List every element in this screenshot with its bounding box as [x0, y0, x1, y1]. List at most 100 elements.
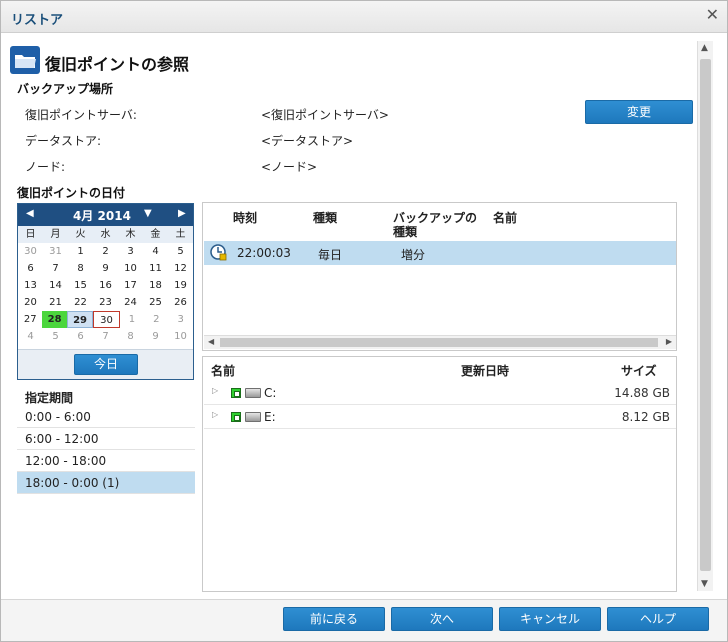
- calendar-header: ◀ 4月 2014 ▼ ▶: [18, 204, 193, 226]
- weekday-row: 日 月 火 水 木 金 土: [18, 226, 193, 243]
- week-row: 27 28 29 30 1 2 3: [18, 311, 193, 328]
- period-list: 0:00 - 6:00 6:00 - 12:00 12:00 - 18:00 1…: [17, 406, 195, 494]
- folder-icon: [10, 46, 40, 74]
- col-modified: 更新日時: [461, 364, 510, 378]
- weekday-tue: 火: [68, 226, 93, 243]
- calendar-day[interactable]: 2: [93, 243, 118, 260]
- week-row: 13 14 15 16 17 18 19: [18, 277, 193, 294]
- scroll-down-icon[interactable]: ▼: [701, 579, 708, 589]
- calendar-day[interactable]: 10: [118, 260, 143, 277]
- period-item-selected[interactable]: 18:00 - 0:00 (1): [17, 472, 195, 494]
- backup-location-title: バックアップ場所: [17, 82, 114, 96]
- calendar-day[interactable]: 6: [18, 260, 43, 277]
- calendar-day[interactable]: 19: [168, 277, 193, 294]
- vertical-scroll-thumb[interactable]: [700, 59, 711, 571]
- weekday-mon: 月: [43, 226, 68, 243]
- calendar-day[interactable]: 4: [18, 328, 43, 345]
- prev-month-icon[interactable]: ◀: [26, 208, 34, 219]
- weekday-thu: 木: [118, 226, 143, 243]
- drive-icon: [245, 388, 261, 398]
- drive-icon: [245, 412, 261, 422]
- calendar-day-selected[interactable]: 29: [66, 311, 94, 328]
- calendar-day[interactable]: 30: [18, 243, 43, 260]
- page-title: 復旧ポイントの参照: [45, 55, 190, 74]
- scroll-left-icon[interactable]: ◀: [208, 337, 214, 346]
- calendar-day[interactable]: 23: [93, 294, 118, 311]
- checkbox[interactable]: [231, 412, 241, 422]
- calendar-day[interactable]: 5: [168, 243, 193, 260]
- weekday-wed: 水: [93, 226, 118, 243]
- expand-icon[interactable]: ▷: [212, 410, 218, 419]
- horizontal-scrollbar[interactable]: ◀ ▶: [204, 335, 676, 349]
- calendar-day[interactable]: 1: [68, 243, 93, 260]
- calendar-day[interactable]: 17: [118, 277, 143, 294]
- calendar-day[interactable]: 1: [120, 311, 144, 328]
- calendar-day[interactable]: 9: [93, 260, 118, 277]
- scroll-right-icon[interactable]: ▶: [666, 337, 672, 346]
- file-size: 14.88 GB: [614, 386, 670, 400]
- col-time: 時刻: [233, 211, 258, 225]
- calendar-day[interactable]: 27: [18, 311, 42, 328]
- recovery-point-row[interactable]: 22:00:03 毎日 増分: [204, 241, 676, 265]
- calendar-day[interactable]: 13: [18, 277, 43, 294]
- period-item[interactable]: 0:00 - 6:00: [17, 406, 195, 428]
- calendar-day[interactable]: 4: [143, 243, 168, 260]
- file-row[interactable]: ▷ E: 8.12 GB: [204, 405, 676, 429]
- next-button[interactable]: 次へ: [391, 607, 493, 631]
- cancel-button[interactable]: キャンセル: [499, 607, 601, 631]
- server-label: 復旧ポイントサーバ:: [25, 108, 137, 122]
- calendar-day-recovery[interactable]: 28: [42, 311, 67, 328]
- week-row: 30 31 1 2 3 4 5: [18, 243, 193, 260]
- calendar-day[interactable]: 12: [168, 260, 193, 277]
- calendar-day[interactable]: 7: [43, 260, 68, 277]
- period-item[interactable]: 6:00 - 12:00: [17, 428, 195, 450]
- calendar-day-today[interactable]: 30: [93, 311, 120, 328]
- calendar-day[interactable]: 7: [93, 328, 118, 345]
- calendar-day[interactable]: 22: [68, 294, 93, 311]
- calendar-day[interactable]: 15: [68, 277, 93, 294]
- week-row: 6 7 8 9 10 11 12: [18, 260, 193, 277]
- calendar-day[interactable]: 2: [144, 311, 168, 328]
- next-month-icon[interactable]: ▶: [178, 208, 186, 219]
- calendar-day[interactable]: 31: [43, 243, 68, 260]
- period-title: 指定期間: [25, 391, 74, 405]
- calendar-day[interactable]: 26: [168, 294, 193, 311]
- calendar-day[interactable]: 16: [93, 277, 118, 294]
- file-size: 8.12 GB: [621, 410, 670, 424]
- calendar-day[interactable]: 8: [118, 328, 143, 345]
- recovery-point-icon: [210, 244, 227, 261]
- calendar-day[interactable]: 18: [143, 277, 168, 294]
- help-button[interactable]: ヘルプ: [607, 607, 709, 631]
- calendar-day[interactable]: 10: [168, 328, 193, 345]
- scroll-up-icon[interactable]: ▲: [701, 43, 708, 53]
- calendar-day[interactable]: 24: [118, 294, 143, 311]
- calendar-day[interactable]: 6: [68, 328, 93, 345]
- title-bar: リストア ✕: [1, 1, 727, 33]
- vertical-scrollbar[interactable]: ▲ ▼: [697, 41, 713, 591]
- recovery-backup-type: 増分: [401, 248, 426, 262]
- calendar-day[interactable]: 3: [169, 311, 193, 328]
- period-item[interactable]: 12:00 - 18:00: [17, 450, 195, 472]
- today-button[interactable]: 今日: [74, 354, 138, 375]
- calendar-day[interactable]: 3: [118, 243, 143, 260]
- change-button[interactable]: 変更: [585, 100, 693, 124]
- calendar-day[interactable]: 21: [43, 294, 68, 311]
- back-button[interactable]: 前に戻る: [283, 607, 385, 631]
- calendar-day[interactable]: 11: [143, 260, 168, 277]
- calendar-month: 4月 2014: [73, 209, 131, 223]
- calendar-day[interactable]: 9: [143, 328, 168, 345]
- calendar-day[interactable]: 8: [68, 260, 93, 277]
- checkbox[interactable]: [231, 388, 241, 398]
- file-name: E:: [264, 410, 276, 424]
- calendar-day[interactable]: 5: [43, 328, 68, 345]
- calendar-day[interactable]: 20: [18, 294, 43, 311]
- calendar-day[interactable]: 14: [43, 277, 68, 294]
- horizontal-scroll-thumb[interactable]: [220, 338, 658, 347]
- file-row[interactable]: ▷ C: 14.88 GB: [204, 381, 676, 405]
- calendar-day[interactable]: 25: [143, 294, 168, 311]
- col-file-name: 名前: [211, 364, 236, 378]
- month-dropdown-icon[interactable]: ▼: [144, 208, 152, 219]
- expand-icon[interactable]: ▷: [212, 386, 218, 395]
- close-icon[interactable]: ✕: [706, 5, 719, 24]
- weekday-sat: 土: [168, 226, 193, 243]
